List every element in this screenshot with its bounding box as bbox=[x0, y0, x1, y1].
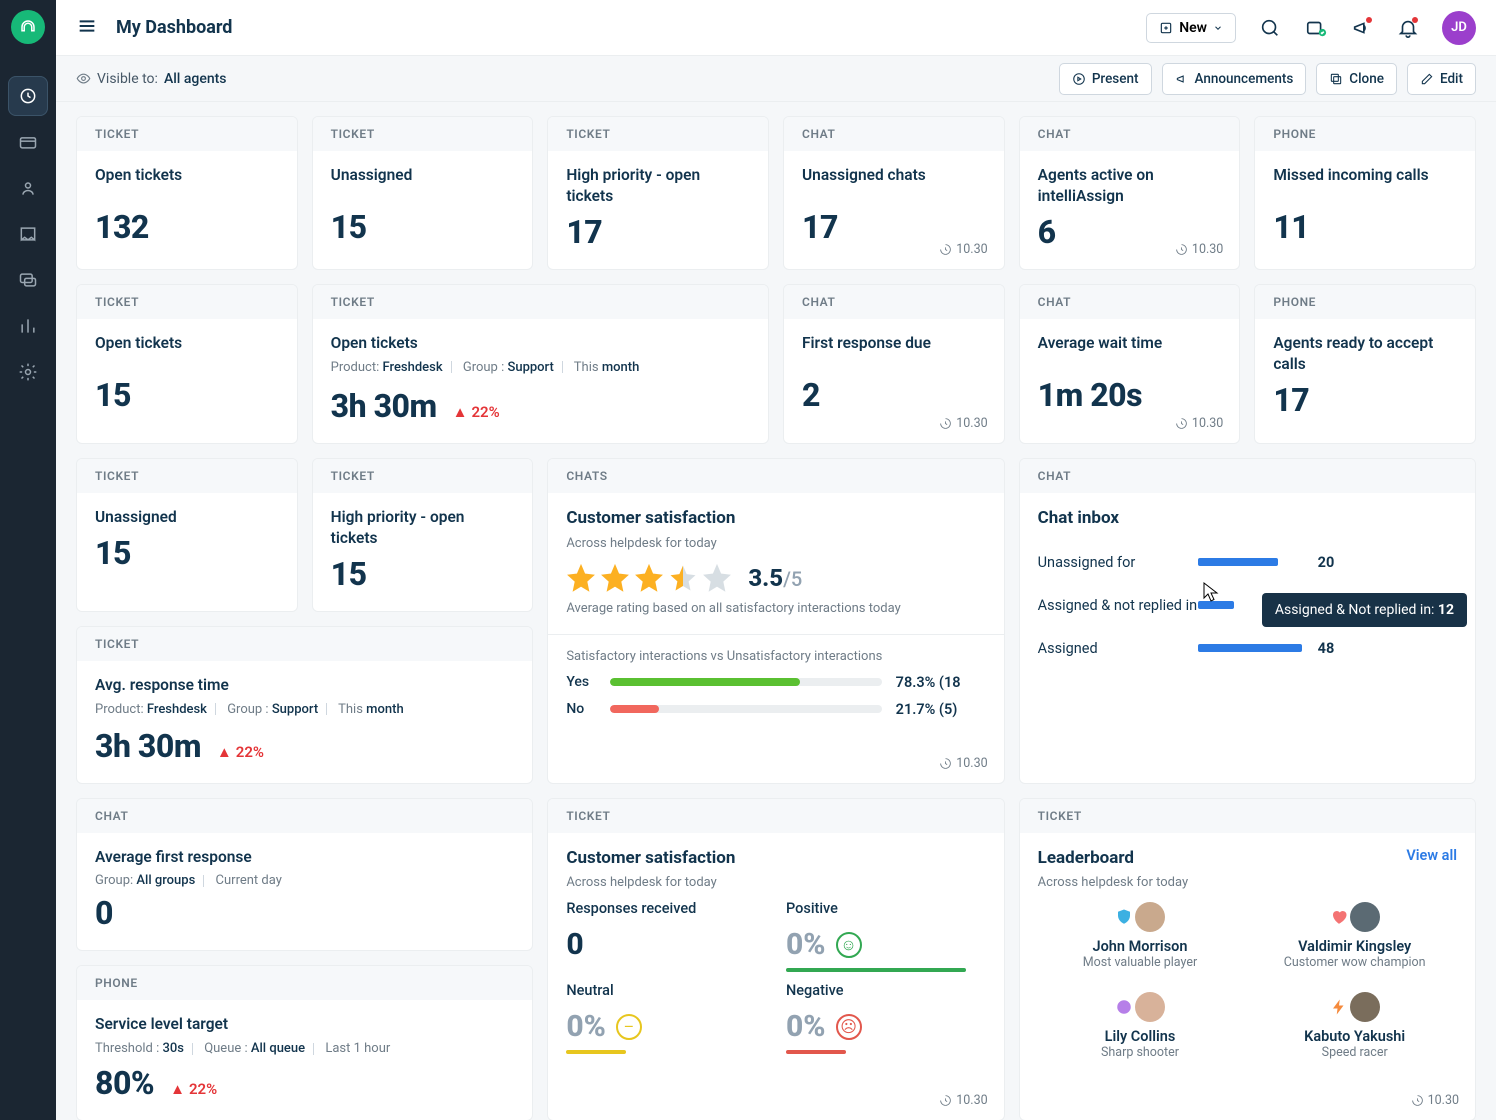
card-missed-calls[interactable]: PHONE Missed incoming calls11 bbox=[1254, 116, 1476, 270]
yes-bar: Yes 78.3% (18 bbox=[566, 674, 985, 691]
shield-icon bbox=[1115, 908, 1133, 926]
card-avg-wait[interactable]: CHAT Average wait time1m 20s 10.30 bbox=[1019, 284, 1241, 444]
card-filters: Product: Freshdesk Group : Support This … bbox=[331, 360, 750, 375]
trend-indicator: ▲ 22% bbox=[217, 743, 264, 761]
positive: Positive 0% ☺ bbox=[786, 900, 986, 972]
leader-item: John MorrisonMost valuable player bbox=[1038, 902, 1243, 970]
star-rating: 3.5/5 bbox=[566, 563, 985, 593]
bolt-icon bbox=[1330, 998, 1348, 1016]
nav-chat[interactable] bbox=[8, 260, 48, 300]
timestamp: 10.30 bbox=[939, 416, 987, 431]
search-icon[interactable] bbox=[1258, 16, 1282, 40]
card-high-priority[interactable]: TICKET High priority - open tickets17 bbox=[547, 116, 769, 270]
announcement-icon[interactable] bbox=[1350, 16, 1374, 40]
present-button[interactable]: Present bbox=[1059, 63, 1152, 95]
card-filters: Threshold : 30s Queue : All queue Last 1… bbox=[95, 1041, 514, 1056]
menu-toggle[interactable] bbox=[76, 15, 98, 41]
card-unassigned-2[interactable]: TICKET Unassigned15 bbox=[76, 458, 298, 612]
nav-reports[interactable] bbox=[8, 306, 48, 346]
new-button[interactable]: New bbox=[1146, 13, 1236, 43]
timestamp: 10.30 bbox=[1175, 416, 1223, 431]
leader-item: Kabuto YakushiSpeed racer bbox=[1252, 992, 1457, 1060]
timestamp: 10.30 bbox=[939, 242, 987, 257]
chart-tooltip: Assigned & Not replied in: 12 bbox=[1262, 593, 1467, 627]
card-leaderboard[interactable]: TICKET View all Leaderboard Across helpd… bbox=[1019, 798, 1476, 1120]
nav-settings[interactable] bbox=[8, 352, 48, 392]
nav-tickets[interactable] bbox=[8, 122, 48, 162]
avatar-icon bbox=[1135, 992, 1165, 1022]
card-csat-chat[interactable]: CHATS Customer satisfaction Across helpd… bbox=[547, 458, 1004, 784]
negative: Negative 0% ☹ bbox=[786, 982, 986, 1054]
card-avg-first-response[interactable]: CHAT Average first response Group: All g… bbox=[76, 798, 533, 952]
cursor-icon bbox=[1202, 581, 1220, 607]
nav-solutions[interactable] bbox=[8, 214, 48, 254]
notification-icon[interactable] bbox=[1396, 16, 1420, 40]
trend-indicator: ▲ 22% bbox=[170, 1080, 217, 1098]
avatar-icon bbox=[1350, 902, 1380, 932]
visibility-indicator: Visible to: All agents bbox=[76, 71, 226, 87]
timestamp: 10.30 bbox=[1411, 1093, 1459, 1108]
no-bar: No 21.7% (5) bbox=[566, 701, 985, 718]
heart-icon bbox=[1330, 908, 1348, 926]
avatar-icon bbox=[1350, 992, 1380, 1022]
neutral-icon: – bbox=[616, 1014, 642, 1040]
card-open-tickets-2[interactable]: TICKET Open tickets15 bbox=[76, 284, 298, 444]
new-button-label: New bbox=[1179, 20, 1207, 36]
clone-button[interactable]: Clone bbox=[1316, 63, 1397, 95]
card-csat-ticket[interactable]: TICKET Customer satisfaction Across help… bbox=[547, 798, 1004, 1120]
timestamp: 10.30 bbox=[1175, 242, 1223, 257]
card-avg-response[interactable]: TICKET Avg. response time Product: Fresh… bbox=[76, 626, 533, 784]
app-logo[interactable] bbox=[11, 10, 45, 44]
leader-item: Valdimir KingsleyCustomer wow champion bbox=[1252, 902, 1457, 970]
nav-dashboard[interactable] bbox=[8, 76, 48, 116]
card-first-response[interactable]: CHAT First response due2 10.30 bbox=[783, 284, 1005, 444]
target-icon bbox=[1115, 998, 1133, 1016]
page-title: My Dashboard bbox=[116, 17, 232, 38]
trend-indicator: ▲ 22% bbox=[453, 403, 500, 421]
leader-item: Lily CollinsSharp shooter bbox=[1038, 992, 1243, 1060]
card-agents-active[interactable]: CHAT Agents active on intelliAssign6 10.… bbox=[1019, 116, 1241, 270]
timestamp: 10.30 bbox=[939, 1093, 987, 1108]
card-filters: Product: Freshdesk Group : Support This … bbox=[95, 702, 514, 717]
card-filters: Group: All groups Current day bbox=[95, 873, 514, 888]
card-chat-inbox[interactable]: CHAT Chat inbox Unassigned for 20 Assign… bbox=[1019, 458, 1476, 784]
announcements-button[interactable]: Announcements bbox=[1162, 63, 1307, 95]
edit-button[interactable]: Edit bbox=[1407, 63, 1476, 95]
neutral: Neutral 0% – bbox=[566, 982, 766, 1054]
smile-icon: ☺ bbox=[836, 932, 862, 958]
card-unassigned[interactable]: TICKET Unassigned15 bbox=[312, 116, 534, 270]
card-service-level[interactable]: PHONE Service level target Threshold : 3… bbox=[76, 965, 533, 1120]
card-unassigned-chats[interactable]: CHAT Unassigned chats17 10.30 bbox=[783, 116, 1005, 270]
card-open-tickets-time[interactable]: TICKET Open tickets Product: Freshdesk G… bbox=[312, 284, 769, 444]
inbox-row: Assigned 48 bbox=[1038, 640, 1457, 657]
card-high-priority-2[interactable]: TICKET High priority - open tickets15 bbox=[312, 458, 534, 612]
responses-received: Responses received 0 bbox=[566, 900, 766, 972]
card-open-tickets[interactable]: TICKET Open tickets132 bbox=[76, 116, 298, 270]
avatar-icon bbox=[1135, 902, 1165, 932]
timestamp: 10.30 bbox=[939, 756, 987, 771]
availability-icon[interactable] bbox=[1304, 16, 1328, 40]
card-agents-ready[interactable]: PHONE Agents ready to accept calls17 bbox=[1254, 284, 1476, 444]
user-avatar[interactable]: JD bbox=[1442, 11, 1476, 45]
view-all-link[interactable]: View all bbox=[1406, 847, 1457, 864]
nav-contacts[interactable] bbox=[8, 168, 48, 208]
inbox-row: Unassigned for 20 bbox=[1038, 554, 1457, 571]
frown-icon: ☹ bbox=[836, 1014, 862, 1040]
